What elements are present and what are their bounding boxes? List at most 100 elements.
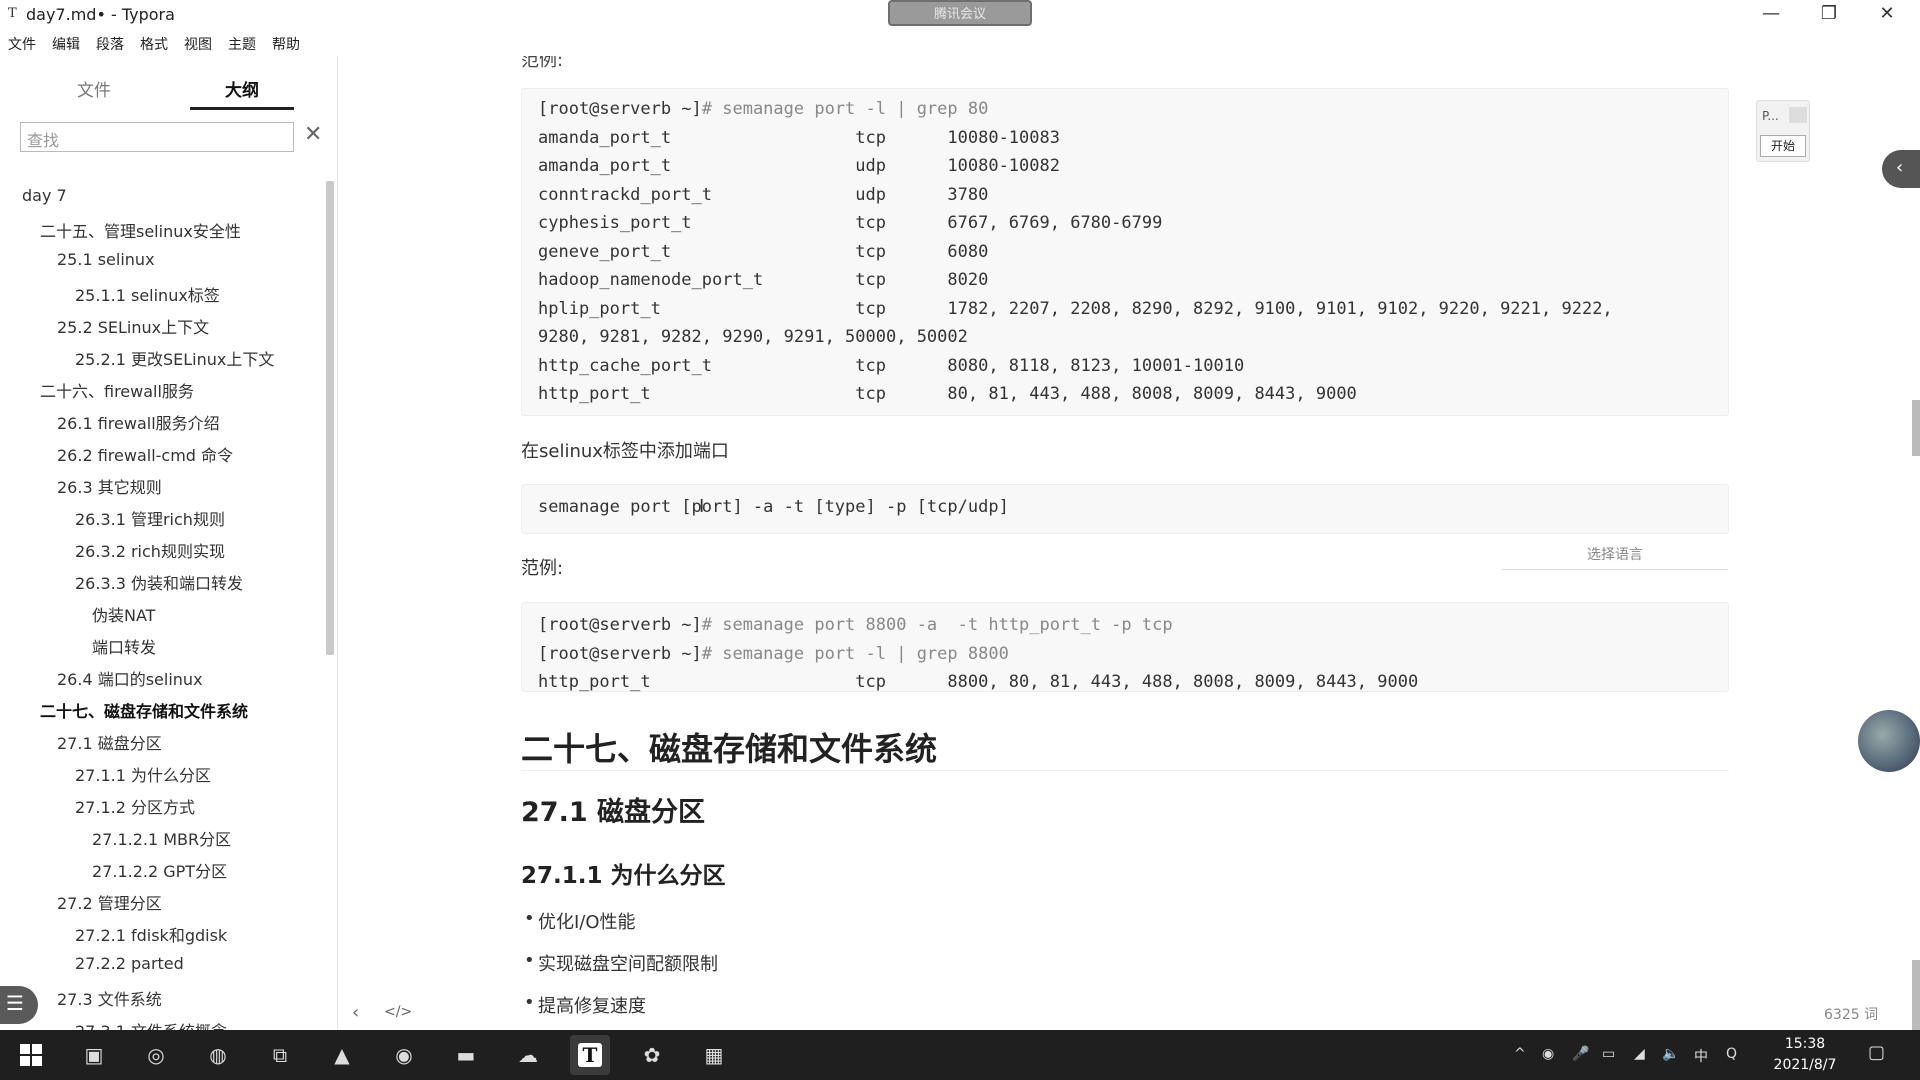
wechat-icon[interactable]: ◍ (198, 1035, 238, 1075)
outline-item[interactable]: 26.3 其它规则 (57, 474, 162, 498)
code-line: 9280, 9281, 9282, 9290, 9291, 50000, 500… (538, 327, 968, 347)
close-icon[interactable]: ✕ (304, 122, 322, 147)
avatar[interactable] (1858, 710, 1920, 772)
volume-icon[interactable]: 🔈 (1662, 1046, 1679, 1062)
code-line: [root@serverb ~]# semanage port -l | gre… (538, 644, 1009, 664)
outline-item[interactable]: 26.3.2 rich规则实现 (75, 538, 225, 562)
outline-item[interactable]: 27.1.1 为什么分区 (75, 762, 211, 786)
title-bar: T day7.md• - Typora 腾讯会议 — ❐ ✕ (0, 0, 1920, 30)
start-button[interactable]: 开始 (1760, 135, 1806, 157)
outline-item[interactable]: 伪装NAT (92, 602, 155, 626)
outline-item[interactable]: day 7 (22, 186, 67, 205)
menu-format[interactable]: 格式 (132, 30, 176, 56)
outline-item[interactable]: 27.1.2.2 GPT分区 (92, 858, 227, 882)
tray-camera-icon[interactable]: ◉ (1542, 1046, 1554, 1062)
chrome-icon[interactable]: ◎ (136, 1035, 176, 1075)
file-explorer-icon[interactable]: ▬ (446, 1035, 486, 1075)
menu-help[interactable]: 帮助 (264, 30, 308, 56)
outline-item[interactable]: 27.1 磁盘分区 (57, 730, 162, 754)
qq-icon[interactable]: Q (1726, 1046, 1737, 1062)
outline-item[interactable]: 25.2.1 更改SELinux上下文 (75, 346, 274, 370)
battery-icon[interactable]: ▭ (1602, 1046, 1615, 1062)
code-line: hadoop_namenode_port_t tcp 8020 (538, 270, 989, 290)
notification-icon[interactable]: ▢ (1868, 1042, 1885, 1063)
outline-item[interactable]: 二十六、firewall服务 (40, 378, 194, 402)
maximize-button[interactable]: ❐ (1806, 0, 1852, 30)
menu-icon[interactable] (0, 986, 38, 1024)
folder-app-icon[interactable]: ▣ (74, 1035, 114, 1075)
typora-icon[interactable]: T (570, 1035, 610, 1075)
sidebar-scrollbar[interactable] (326, 181, 334, 655)
outline-item[interactable]: 二十五、管理selinux安全性 (40, 218, 241, 242)
outline-item[interactable]: 27.2 管理分区 (57, 890, 162, 914)
outline-item[interactable]: 端口转发 (92, 634, 156, 658)
tab-files[interactable]: 文件 (42, 70, 146, 110)
code-block-1[interactable]: [root@serverb ~]# semanage port -l | gre… (521, 88, 1729, 416)
outline-item[interactable]: 25.1.1 selinux标签 (75, 282, 220, 306)
network-app-icon[interactable]: ✿ (632, 1035, 672, 1075)
typora-app-icon: T (8, 6, 17, 21)
menu-bar: 文件 编辑 段落 格式 视图 主题 帮助 (0, 30, 340, 56)
menu-file[interactable]: 文件 (0, 30, 44, 56)
outline-item[interactable]: 25.1 selinux (57, 250, 155, 269)
tab-outline[interactable]: 大纲 (190, 70, 294, 110)
input-method-indicator[interactable]: 中 (1694, 1046, 1708, 1066)
outline-item[interactable]: 27.3 文件系统 (57, 986, 162, 1010)
outline-item[interactable]: 27.1.2 分区方式 (75, 794, 195, 818)
meeting-indicator[interactable]: 腾讯会议 (888, 0, 1032, 26)
code-line: amanda_port_t udp 10080-10082 (538, 156, 1060, 176)
code-line: http_port_t tcp 8800, 80, 81, 443, 488, … (538, 672, 1419, 692)
outline-item[interactable]: 26.2 firewall-cmd 命令 (57, 442, 233, 466)
outline-item[interactable]: 25.2 SELinux上下文 (57, 314, 209, 338)
code-line: semanage port [port] -a -t [type] -p [tc… (538, 497, 1009, 517)
menu-paragraph[interactable]: 段落 (88, 30, 132, 56)
toggle-sidebar-icon[interactable]: ‹ (352, 1002, 359, 1023)
editor-content[interactable]: 范例: [root@serverb ~]# semanage port -l |… (338, 56, 1920, 1030)
menu-view[interactable]: 视图 (176, 30, 220, 56)
close-button[interactable]: ✕ (1864, 0, 1910, 30)
outline-item[interactable]: 27.2.2 parted (75, 954, 184, 973)
language-picker[interactable]: 选择语言 (1502, 540, 1728, 570)
paragraph-example: 范例: (521, 558, 564, 579)
code-line: amanda_port_t tcp 10080-10083 (538, 127, 1060, 148)
music-icon[interactable]: ◉ (384, 1035, 424, 1075)
outline-search-input[interactable]: 查找 (20, 122, 294, 152)
paragraph-add-port: 在selinux标签中添加端口 (521, 441, 729, 462)
source-mode-icon[interactable]: </> (384, 1004, 412, 1020)
heading-divider (521, 770, 1729, 771)
word-count[interactable]: 6325 词 (1824, 1004, 1878, 1024)
sidebar: 文件 大纲 查找 ✕ day 7 二十五、管理selinux安全性 25.1 sel… (0, 56, 338, 1030)
paint-icon[interactable]: ▦ (694, 1035, 734, 1075)
code-line: conntrackd_port_t udp 3780 (538, 184, 989, 205)
outline-item[interactable]: 27.2.1 fdisk和gdisk (75, 922, 227, 946)
text-cursor-icon: I (699, 496, 705, 517)
tray-expand-icon[interactable]: ^ (1514, 1046, 1526, 1062)
system-clock[interactable]: 15:38 2021/8/7 (1760, 1034, 1850, 1076)
outline-item[interactable]: 27.3.1 文件系统概念 (75, 1018, 227, 1030)
minimize-button[interactable]: — (1748, 0, 1794, 30)
paragraph-cut: 范例: (521, 56, 564, 71)
outline-item[interactable]: 26.3.3 伪装和端口转发 (75, 570, 243, 594)
code-line: http_port_t tcp 80, 81, 443, 488, 8008, … (538, 384, 1357, 404)
outline-item[interactable]: 二十七、磁盘存储和文件系统 (40, 698, 248, 722)
photos-icon[interactable]: ▲ (322, 1035, 362, 1075)
windows-start-icon[interactable] (20, 1044, 42, 1066)
outline-item[interactable]: 26.4 端口的selinux (57, 666, 203, 690)
code-line: http_cache_port_t tcp 8080, 8118, 8123, … (538, 355, 1245, 376)
chevron-left-icon[interactable]: ‹ (1882, 150, 1920, 188)
menu-theme[interactable]: 主题 (220, 30, 264, 56)
outline-item[interactable]: 26.1 firewall服务介绍 (57, 410, 220, 434)
outline-item[interactable]: 27.1.2.1 MBR分区 (92, 826, 231, 850)
taskbar: ▣ ◎ ◍ ⧉ ▲ ◉ ▬ ☁ T ✿ ▦ ^ ◉ 🎤 ▭ ◢ 🔈 中 Q 15… (0, 1030, 1920, 1080)
window-stack-icon[interactable]: ⧉ (260, 1035, 300, 1075)
wifi-icon[interactable]: ◢ (1634, 1046, 1645, 1062)
outline-item[interactable]: 26.3.1 管理rich规则 (75, 506, 225, 530)
code-line: geneve_port_t tcp 6080 (538, 241, 989, 262)
code-line: hplip_port_t tcp 1782, 2207, 2208, 8290,… (538, 298, 1613, 319)
editor-scrollbar[interactable] (1912, 400, 1920, 456)
mini-panel-close-icon[interactable] (1789, 107, 1807, 123)
microphone-icon[interactable]: 🎤 (1572, 1046, 1589, 1062)
code-block-3[interactable]: [root@serverb ~]# semanage port 8800 -a … (521, 602, 1729, 692)
cloud-icon[interactable]: ☁ (508, 1035, 548, 1075)
menu-edit[interactable]: 编辑 (44, 30, 88, 56)
